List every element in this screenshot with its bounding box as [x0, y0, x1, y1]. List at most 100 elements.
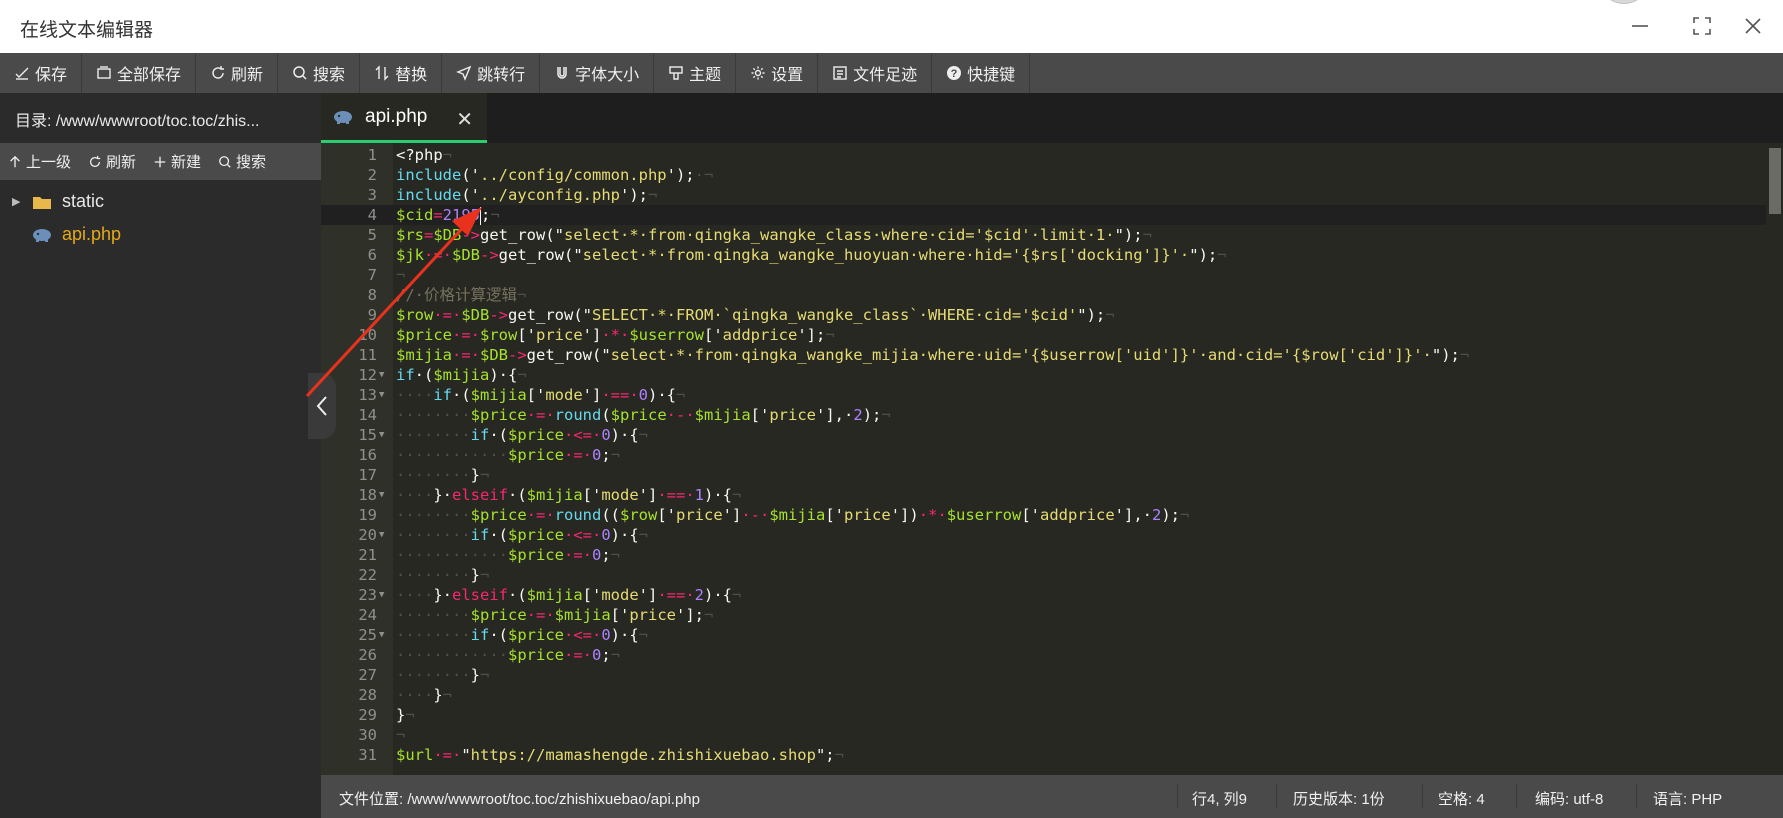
code-token: '];: [797, 326, 826, 344]
code-text: ············$price·=·0;¬: [396, 445, 620, 465]
code-line[interactable]: 29}¬: [321, 705, 1766, 725]
toolbar-button-save[interactable]: 保存: [0, 53, 83, 93]
code-line[interactable]: 13 ▼ ····if·($mijia['mode']·==·0)·{¬: [321, 385, 1766, 405]
code-line[interactable]: 11 $mijia·=·$DB->get_row("select·*·from·q…: [321, 345, 1766, 365]
vertical-scrollbar[interactable]: [1766, 143, 1783, 775]
collapse-sidebar-handle[interactable]: [308, 373, 336, 439]
fold-toggle-icon[interactable]: ▼: [379, 485, 384, 505]
code-line[interactable]: 27 ········}¬: [321, 665, 1766, 685]
code-line[interactable]: 9 $row·=·$DB->get_row("SELECT·*·FROM·`qin…: [321, 305, 1766, 325]
code-token: $cid: [396, 206, 434, 224]
history-versions[interactable]: 历史版本: 1份: [1293, 788, 1385, 809]
code-token: select·*·from·qingka_wangke_huoyuan·wher…: [582, 246, 1190, 264]
scrollbar-thumb[interactable]: [1769, 148, 1781, 214]
code-line[interactable]: 26 ············$price·=·0;¬: [321, 645, 1766, 665]
code-line[interactable]: 6 $jk·=·$DB->get_row("select·*·from·qingk…: [321, 245, 1766, 265]
code-line[interactable]: 8 //·价格计算逻辑¬: [321, 285, 1766, 305]
code-token: 1: [694, 486, 705, 504]
toolbar-button-replace[interactable]: 替换: [360, 53, 443, 93]
fold-toggle-icon[interactable]: ▼: [379, 425, 384, 445]
code-line[interactable]: 21 ············$price·=·0;¬: [321, 545, 1766, 565]
fold-toggle-icon[interactable]: ▼: [379, 385, 384, 405]
avatar[interactable]: [1598, 0, 1650, 4]
code-line[interactable]: 15 ▼ ········if·($price·<=·0)·{¬: [321, 425, 1766, 445]
fold-toggle-icon[interactable]: ▼: [379, 625, 384, 645]
tree-folder[interactable]: ▶ static: [0, 185, 321, 218]
code-token: 0: [601, 426, 611, 444]
indent-setting[interactable]: 空格: 4: [1438, 788, 1485, 809]
toolbar-button-font-size[interactable]: 字体大小: [540, 53, 655, 93]
code-token: price: [629, 606, 676, 624]
minimize-icon[interactable]: [1620, 10, 1660, 42]
language-setting[interactable]: 语言: PHP: [1653, 788, 1722, 809]
sidebar-action-refresh[interactable]: 刷新: [80, 143, 145, 180]
close-icon[interactable]: [1733, 10, 1773, 42]
code-line[interactable]: 23 ▼ ····}·elseif·($mijia['mode']·==·2)·{¬: [321, 585, 1766, 605]
code-line[interactable]: 30 ¬: [321, 725, 1766, 745]
code-line[interactable]: 28 ····}¬: [321, 685, 1766, 705]
sidebar-action-plus[interactable]: 新建: [145, 143, 210, 180]
code-line[interactable]: 3 include('../ayconfig.php');¬: [321, 185, 1766, 205]
sidebar-action-up-arrow[interactable]: 上一级: [0, 143, 80, 180]
sidebar-action-label: 搜索: [236, 154, 267, 171]
code-token: ·(: [489, 526, 508, 544]
code-line[interactable]: 7 ¬: [321, 265, 1766, 285]
code-area[interactable]: 1 <?php¬ 2 include('../config/common.php');…: [321, 143, 1766, 775]
encoding-setting[interactable]: 编码: utf-8: [1535, 788, 1603, 809]
tree-item-label: static: [62, 191, 105, 211]
code-token: ¬: [638, 626, 649, 644]
toolbar-button-save-all[interactable]: 全部保存: [82, 53, 197, 93]
code-line[interactable]: 16 ············$price·=·0;¬: [321, 445, 1766, 465]
code-line[interactable]: 19 ········$price·=·round(($row['price']·…: [321, 505, 1766, 525]
code-line[interactable]: 24 ········$price·=·$mijia['price'];¬: [321, 605, 1766, 625]
code-token: $price: [508, 626, 564, 644]
code-line[interactable]: 31 $url·=·"https://mamashengde.zhishixueb…: [321, 745, 1766, 765]
code-line[interactable]: 1 <?php¬: [321, 145, 1766, 165]
toolbar-button-settings[interactable]: 设置: [736, 53, 819, 93]
toolbar-button-label: 主题: [689, 67, 722, 84]
fold-toggle-icon[interactable]: ▼: [379, 365, 384, 385]
code-line[interactable]: 22 ········}¬: [321, 565, 1766, 585]
code-line[interactable]: 12 ▼ if·($mijia)·{¬: [321, 365, 1766, 385]
toolbar-button-refresh[interactable]: 刷新: [196, 53, 279, 93]
code-token: [': [517, 326, 536, 344]
code-text: if·($mijia)·{¬: [396, 365, 527, 385]
code-token: $row: [620, 506, 658, 524]
code-text: ········$price·=·round(($row['price']·-·…: [396, 505, 1189, 525]
code-line[interactable]: 20 ▼ ········if·($price·<=·0)·{¬: [321, 525, 1766, 545]
toolbar-button-label: 刷新: [231, 67, 264, 84]
code-line[interactable]: 4 $cid=2195;¬: [321, 205, 1766, 225]
search-icon: [292, 65, 308, 81]
toolbar-button-help[interactable]: ? 快捷键: [932, 53, 1031, 93]
code-token: ¬: [517, 366, 527, 384]
toolbar-button-goto-line[interactable]: 跳转行: [442, 53, 541, 93]
code-token: ····: [396, 386, 434, 404]
code-token: ¬: [442, 686, 453, 704]
expand-caret-icon[interactable]: ▶: [12, 195, 26, 208]
code-line[interactable]: 5 $rs=$DB->get_row("select·*·from·qingka_…: [321, 225, 1766, 245]
code-line[interactable]: 10 $price·=·$row['price']·*·$userrow['add…: [321, 325, 1766, 345]
code-line[interactable]: 14 ········$price·=·round($price·-·$mijia…: [321, 405, 1766, 425]
cursor-position[interactable]: 行4, 列9: [1192, 788, 1247, 809]
tree-file[interactable]: api.php: [0, 218, 321, 251]
fold-toggle-icon[interactable]: ▼: [379, 585, 384, 605]
toolbar-button-history[interactable]: 文件足迹: [818, 53, 933, 93]
fold-toggle-icon[interactable]: ▼: [379, 525, 384, 545]
code-line[interactable]: 18 ▼ ····}·elseif·($mijia['mode']·==·1)·{¬: [321, 485, 1766, 505]
maximize-icon[interactable]: [1682, 10, 1722, 42]
help-icon: ?: [946, 65, 962, 81]
code-token: $mijia: [433, 366, 490, 384]
code-line[interactable]: 25 ▼ ········if·($price·<=·0)·{¬: [321, 625, 1766, 645]
code-token: [': [825, 506, 845, 524]
code-editor[interactable]: 1 <?php¬ 2 include('../config/common.php');…: [321, 143, 1783, 775]
sidebar-action-search[interactable]: 搜索: [210, 143, 275, 180]
code-token: ->: [461, 226, 481, 244]
tab-api-php[interactable]: api.php ✕: [321, 93, 487, 143]
code-token: ¬: [676, 386, 686, 404]
code-token: ¬: [1217, 246, 1227, 264]
toolbar-button-search[interactable]: 搜索: [278, 53, 361, 93]
code-line[interactable]: 2 include('../config/common.php');·¬: [321, 165, 1766, 185]
close-tab-icon[interactable]: ✕: [456, 107, 473, 132]
code-line[interactable]: 17 ········}¬: [321, 465, 1766, 485]
toolbar-button-theme[interactable]: 主题: [654, 53, 737, 93]
